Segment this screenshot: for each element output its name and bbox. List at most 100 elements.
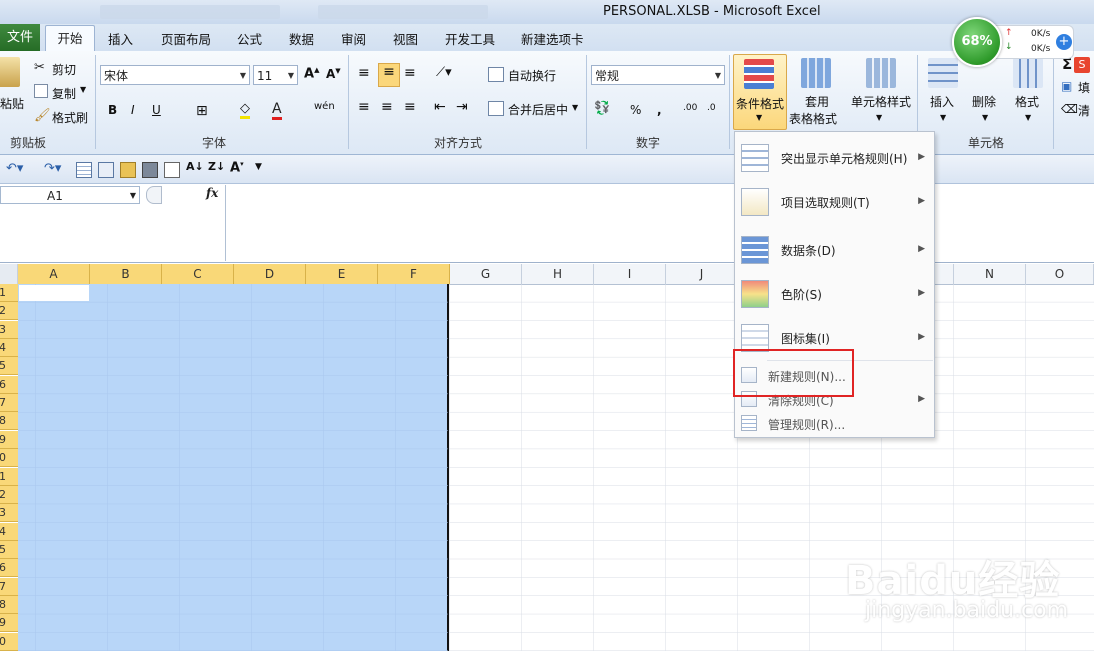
chevron-down-icon[interactable]: ▼ [940, 113, 946, 122]
tab-review[interactable]: 审阅 [341, 29, 366, 48]
number-format-select[interactable]: 常规 ▼ [591, 65, 725, 85]
menu-item-highlight-rules[interactable]: 突出显示单元格规则(H) ▶ [735, 140, 934, 176]
sort-descending-icon[interactable]: Z↓ [208, 160, 225, 173]
chevron-down-icon[interactable]: ▼ [572, 103, 578, 112]
paste-special-icon[interactable] [120, 162, 136, 178]
font-color-icon[interactable]: A [272, 101, 282, 120]
font-name-select[interactable]: 宋体 ▼ [100, 65, 250, 85]
column-header[interactable]: O [1026, 264, 1094, 284]
grow-font-icon[interactable]: A▲ [304, 66, 319, 81]
row-header[interactable]: 9 [0, 430, 18, 449]
print-icon[interactable] [142, 162, 158, 178]
row-header[interactable]: 3 [0, 320, 18, 339]
row-header[interactable]: 2 [0, 485, 18, 504]
column-header[interactable]: H [522, 264, 594, 284]
column-header[interactable]: E [306, 264, 378, 284]
font-size-icon[interactable]: A▾ [230, 160, 244, 175]
merge-center-button[interactable]: 合并后居中 [508, 101, 568, 118]
row-header[interactable]: 1 [0, 284, 18, 302]
insert-function-icon[interactable]: fx [206, 186, 218, 200]
row-header[interactable]: 5 [0, 540, 18, 559]
column-header[interactable]: A [18, 264, 90, 284]
align-center-icon[interactable]: ≡ [381, 99, 393, 115]
italic-icon[interactable]: I [131, 103, 135, 117]
row-header[interactable]: 4 [0, 522, 18, 541]
row-header[interactable]: 3 [0, 504, 18, 523]
row-header[interactable]: 8 [0, 412, 18, 431]
menu-item-data-bars[interactable]: 数据条(D) ▶ [735, 232, 934, 268]
chevron-down-icon[interactable]: ▼ [876, 113, 882, 122]
plus-icon[interactable]: + [1056, 34, 1072, 50]
chevron-down-icon[interactable]: ▼ [982, 113, 988, 122]
column-header[interactable]: N [954, 264, 1026, 284]
active-cell[interactable] [19, 285, 89, 301]
menu-item-color-scales[interactable]: 色阶(S) ▶ [735, 276, 934, 312]
table-icon[interactable] [76, 162, 92, 178]
tab-formulas[interactable]: 公式 [237, 29, 262, 48]
paste-button[interactable]: 粘贴 [0, 95, 24, 112]
align-top-icon[interactable]: ≡ [358, 65, 370, 81]
column-header[interactable]: C [162, 264, 234, 284]
menu-item-top-bottom-rules[interactable]: 项目选取规则(T) ▶ [735, 184, 934, 220]
column-header[interactable]: F [378, 264, 450, 284]
decrease-decimal-icon[interactable]: .0 [707, 103, 716, 113]
row-header[interactable]: 4 [0, 339, 18, 358]
column-header[interactable]: I [594, 264, 666, 284]
comma-icon[interactable]: , [657, 103, 662, 117]
memory-usage-ball[interactable]: 68% [952, 17, 1002, 67]
font-size-select[interactable]: 11 ▼ [253, 65, 298, 85]
increase-decimal-icon[interactable]: .00 [683, 103, 697, 113]
clear-button[interactable]: 清 [1078, 102, 1090, 119]
form-icon[interactable] [98, 162, 114, 178]
tab-view[interactable]: 视图 [393, 29, 418, 48]
tab-home[interactable]: 开始 [45, 25, 95, 53]
row-header[interactable]: 6 [0, 559, 18, 578]
orientation-icon[interactable]: ⟋▾ [436, 65, 452, 80]
customize-toolbar-icon[interactable]: ▼ [255, 162, 262, 172]
format-painter-button[interactable]: 格式刷 [52, 109, 88, 126]
redo-icon[interactable]: ↷▾ [44, 161, 61, 176]
wrap-text-button[interactable]: 自动换行 [508, 67, 556, 84]
insert-cells-icon[interactable] [928, 58, 958, 88]
tab-insert[interactable]: 插入 [108, 29, 133, 48]
underline-icon[interactable]: U [152, 103, 161, 117]
select-all-corner[interactable] [0, 264, 18, 284]
sort-ascending-icon[interactable]: A↓ [186, 160, 204, 173]
row-header[interactable]: 9 [0, 614, 18, 633]
row-header[interactable]: 0 [0, 632, 18, 651]
formula-bar-handle[interactable] [146, 186, 162, 204]
cell-styles-icon[interactable] [866, 58, 896, 88]
column-header[interactable]: B [90, 264, 162, 284]
border-icon[interactable]: ⊞ [196, 103, 208, 119]
column-header[interactable]: D [234, 264, 306, 284]
align-middle-icon[interactable]: ≡ [378, 63, 400, 87]
format-as-table-label-2[interactable]: 表格格式 [789, 110, 837, 127]
row-header[interactable]: 6 [0, 375, 18, 394]
chevron-down-icon[interactable]: ▼ [80, 85, 86, 94]
cut-button[interactable]: 剪切 [52, 61, 76, 78]
bold-icon[interactable]: B [108, 103, 117, 117]
format-cells-button[interactable]: 格式 [1015, 93, 1039, 110]
menu-item-manage-rules[interactable]: 管理规则(R)... [735, 412, 934, 434]
percent-icon[interactable]: % [630, 103, 641, 117]
format-as-table-icon[interactable] [801, 58, 831, 88]
format-cells-icon[interactable] [1013, 58, 1043, 88]
shrink-font-icon[interactable]: A▼ [326, 67, 341, 81]
row-header[interactable]: 7 [0, 394, 18, 413]
print-preview-icon[interactable] [164, 162, 180, 178]
phonetic-icon[interactable]: wén [314, 101, 335, 112]
row-header[interactable]: 1 [0, 467, 18, 486]
tab-new[interactable]: 新建选项卡 [521, 29, 584, 48]
tab-file[interactable]: 文件 [0, 24, 40, 51]
chevron-down-icon[interactable]: ▼ [1025, 113, 1031, 122]
cell-styles-button[interactable]: 单元格样式 [851, 93, 911, 110]
row-header[interactable]: 0 [0, 449, 18, 468]
insert-cells-button[interactable]: 插入 [930, 93, 954, 110]
decrease-indent-icon[interactable]: ⇤ [434, 99, 446, 115]
row-header[interactable]: 2 [0, 302, 18, 321]
fill-color-icon[interactable]: ◇ [240, 101, 250, 119]
delete-cells-button[interactable]: 删除 [972, 93, 996, 110]
align-left-icon[interactable]: ≡ [358, 99, 370, 115]
align-right-icon[interactable]: ≡ [404, 99, 416, 115]
tab-data[interactable]: 数据 [289, 29, 314, 48]
